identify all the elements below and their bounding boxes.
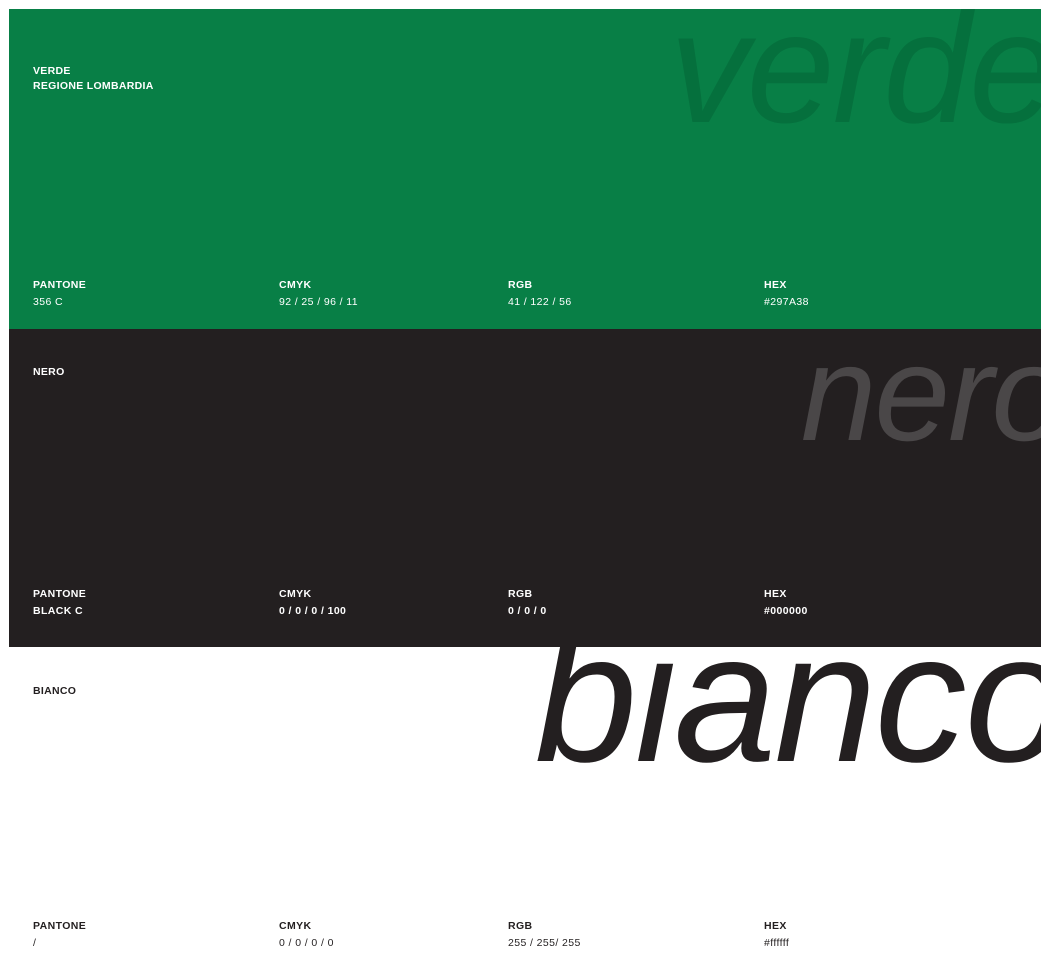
swatch-big-word: nero: [800, 329, 1041, 469]
cmyk-spec: CMYK 92 / 25 / 96 / 11: [279, 277, 479, 311]
rgb-spec: RGB 41 / 122 / 56: [508, 277, 708, 311]
spec-value: 356 C: [33, 296, 64, 308]
spec-label: RGB: [508, 588, 533, 600]
swatch-name-line: REGIONE LOMBARDIA: [33, 80, 154, 92]
spec-label: HEX: [764, 279, 787, 291]
swatch-bianco: bianco BIANCO PANTONE / CMYK 0 / 0 / 0 /…: [9, 647, 1041, 954]
cmyk-spec: CMYK 0 / 0 / 0 / 0: [279, 918, 479, 952]
swatch-nero: nero NERO PANTONE BLACK C CMYK 0 / 0 / 0…: [9, 329, 1041, 647]
rgb-spec: RGB 0 / 0 / 0: [508, 586, 708, 620]
spec-value: BLACK C: [33, 605, 84, 617]
spec-value: 92 / 25 / 96 / 11: [279, 296, 358, 308]
spec-value: 0 / 0 / 0: [508, 605, 547, 617]
swatch-name: NERO: [33, 365, 65, 380]
swatch-name-line: VERDE: [33, 65, 71, 77]
pantone-spec: PANTONE 356 C: [33, 277, 233, 311]
hex-spec: HEX #000000: [764, 586, 964, 620]
swatch-name-line: NERO: [33, 366, 65, 378]
color-specs: PANTONE BLACK C CMYK 0 / 0 / 0 / 100 RGB…: [33, 586, 1033, 620]
spec-label: CMYK: [279, 920, 312, 932]
spec-label: PANTONE: [33, 920, 87, 932]
pantone-spec: PANTONE /: [33, 918, 233, 952]
spec-label: CMYK: [279, 279, 312, 291]
cmyk-spec: CMYK 0 / 0 / 0 / 100: [279, 586, 479, 620]
spec-value: 255 / 255/ 255: [508, 937, 581, 949]
hex-spec: HEX #297A38: [764, 277, 964, 311]
swatch-big-word: verde: [669, 9, 1041, 156]
color-specs: PANTONE 356 C CMYK 92 / 25 / 96 / 11 RGB…: [33, 277, 1033, 311]
spec-label: RGB: [508, 920, 533, 932]
swatch-name-line: BIANCO: [33, 685, 77, 697]
spec-value: #297A38: [764, 296, 809, 308]
hex-spec: HEX #ffffff: [764, 918, 964, 952]
spec-value: /: [33, 937, 37, 949]
spec-label: PANTONE: [33, 279, 87, 291]
spec-value: 0 / 0 / 0 / 100: [279, 605, 347, 617]
spec-label: HEX: [764, 920, 787, 932]
swatch-name: BIANCO: [33, 684, 76, 699]
spec-value: 41 / 122 / 56: [508, 296, 572, 308]
spec-value: #ffffff: [764, 937, 790, 949]
spec-value: 0 / 0 / 0 / 0: [279, 937, 334, 949]
spec-value: #000000: [764, 605, 808, 617]
swatch-big-word: bianco: [534, 647, 1041, 800]
spec-label: HEX: [764, 588, 787, 600]
rgb-spec: RGB 255 / 255/ 255: [508, 918, 708, 952]
swatch-verde: verde VERDE REGIONE LOMBARDIA PANTONE 35…: [9, 9, 1041, 329]
color-specs: PANTONE / CMYK 0 / 0 / 0 / 0 RGB 255 / 2…: [33, 918, 1033, 952]
pantone-spec: PANTONE BLACK C: [33, 586, 233, 620]
spec-label: CMYK: [279, 588, 312, 600]
spec-label: PANTONE: [33, 588, 87, 600]
spec-label: RGB: [508, 279, 533, 291]
swatch-name: VERDE REGIONE LOMBARDIA: [33, 64, 154, 94]
